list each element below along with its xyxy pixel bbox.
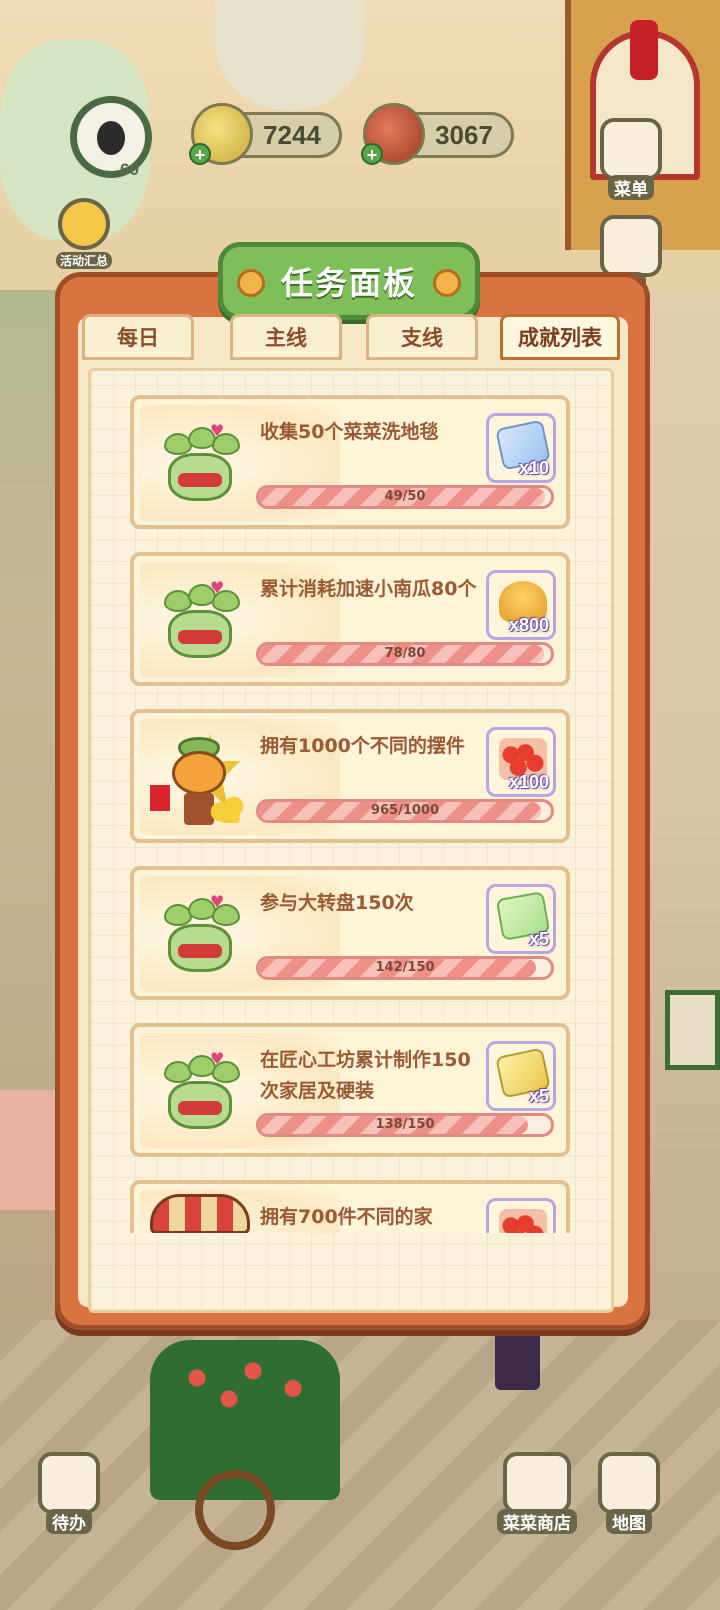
tab-main-quest[interactable]: 主线 (230, 314, 342, 360)
progress-bar: 49/50 (256, 485, 554, 509)
veggie-store-button[interactable]: 菜菜商店 (497, 1452, 577, 1534)
reward-quantity: x100 (508, 772, 549, 792)
achievement-card[interactable]: ♥ 累计消耗加速小南瓜80个 x800 78/80 (130, 552, 570, 686)
achievement-title: 参与大转盘150次 (260, 892, 414, 914)
add-meat-button[interactable]: + (361, 143, 383, 165)
menu-button[interactable]: 菜单 (600, 118, 662, 200)
progress-text: 142/150 (375, 960, 435, 975)
storefront (0, 1090, 60, 1210)
event-summary-label: 活动汇总 (56, 252, 113, 269)
reward-quantity: x800 (508, 615, 549, 635)
panel-title-banner: 任务面板 (218, 242, 480, 320)
chinese-knot-decoration (630, 20, 658, 80)
progress-text: 138/150 (375, 1117, 435, 1132)
achievement-card[interactable]: ♥ 收集50个菜菜洗地毯 x10 49/50 (130, 395, 570, 529)
duck-trophy-icon (150, 733, 250, 829)
achievement-list[interactable]: ♥ 收集50个菜菜洗地毯 x10 49/50 ♥ 累计消耗加速小南瓜80个 x8… (130, 395, 570, 1233)
progress-text: 78/80 (384, 646, 426, 661)
reward-quantity: x10 (518, 458, 549, 478)
todo-label: 待办 (46, 1509, 92, 1534)
reward-slot[interactable]: x10 (486, 413, 556, 483)
tab-daily[interactable]: 每日 (82, 314, 194, 360)
tab-achievements[interactable]: 成就列表 (500, 314, 620, 360)
progress-text: 49/50 (384, 489, 426, 504)
event-summary-button[interactable]: 活动汇总 (56, 198, 113, 269)
event-star-icon (58, 198, 110, 250)
menu-icon (600, 118, 662, 180)
store-bag-icon (503, 1452, 571, 1514)
berries-icon (499, 1209, 547, 1233)
reward-quantity: x5 (528, 1086, 549, 1106)
sprout-icon: ♥ (150, 421, 250, 509)
cart-wheel (195, 1470, 275, 1550)
tab-side-quest[interactable]: 支线 (366, 314, 478, 360)
reward-quantity: x5 (528, 929, 549, 949)
shop-sign (665, 990, 720, 1070)
sprout-icon: ♥ (150, 578, 250, 666)
cart-flowers (165, 1350, 325, 1420)
coin-counter[interactable]: + 7244 (189, 103, 342, 165)
achievement-title: 拥有700件不同的家 (260, 1206, 433, 1228)
progress-bar: 138/150 (256, 1113, 554, 1137)
map-icon (598, 1452, 660, 1514)
progress-bar: 142/150 (256, 956, 554, 980)
reward-slot[interactable]: x800 (486, 570, 556, 640)
map-label: 地图 (606, 1509, 652, 1534)
reward-slot[interactable]: x5 (486, 884, 556, 954)
shop-icon (600, 215, 662, 277)
progress-text: 965/1000 (370, 803, 440, 818)
reward-slot[interactable]: x100 (486, 727, 556, 797)
reward-slot[interactable]: x5 (486, 1041, 556, 1111)
achievement-title: 收集50个菜菜洗地毯 (260, 421, 439, 443)
menu-label: 菜单 (608, 175, 654, 200)
map-button[interactable]: 地图 (598, 1452, 660, 1534)
player-avatar[interactable] (70, 96, 152, 178)
todo-icon (38, 1452, 100, 1514)
veggie-store-label: 菜菜商店 (497, 1509, 577, 1534)
add-coins-button[interactable]: + (189, 143, 211, 165)
stall-icon (150, 1194, 250, 1233)
achievement-title: 拥有1000个不同的摆件 (260, 735, 465, 757)
sprout-icon: ♥ (150, 892, 250, 980)
achievement-card[interactable]: ♥ 在匠心工坊累计制作150次家居及硬装 x5 138/150 (130, 1023, 570, 1157)
achievement-title: 在匠心工坊累计制作150次家居及硬装 (260, 1049, 471, 1102)
meat-counter[interactable]: + 3067 (361, 103, 514, 165)
achievement-card[interactable]: 拥有700件不同的家 (130, 1180, 570, 1233)
progress-bar: 78/80 (256, 642, 554, 666)
reward-slot[interactable] (486, 1198, 556, 1233)
sprout-icon: ♥ (150, 1049, 250, 1137)
avatar-face-icon (97, 121, 125, 155)
achievement-title: 累计消耗加速小南瓜80个 (260, 578, 477, 600)
panel-title: 任务面板 (280, 264, 417, 302)
player-level: 60 (120, 160, 139, 179)
achievement-card[interactable]: ♥ 参与大转盘150次 x5 142/150 (130, 866, 570, 1000)
progress-bar: 965/1000 (256, 799, 554, 823)
todo-button[interactable]: 待办 (38, 1452, 100, 1534)
achievement-card[interactable]: 拥有1000个不同的摆件 x100 965/1000 (130, 709, 570, 843)
